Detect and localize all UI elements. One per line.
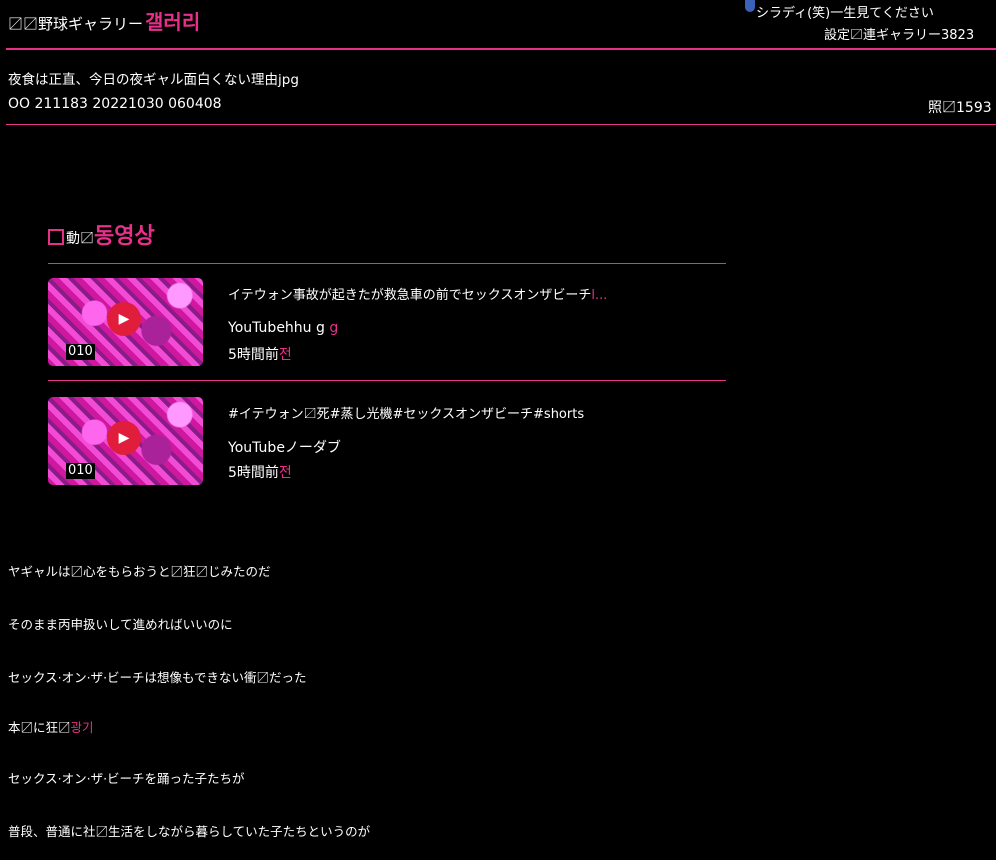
video-box-icon	[48, 229, 64, 245]
body-line: セックス·オン·ザ·ビーチを踊った子たちが	[8, 771, 245, 786]
video-title-text: イテウォン事故が起きたが救急車の前でセックスオンザビーチ	[228, 288, 592, 303]
video-time-suffix: 전	[278, 347, 292, 363]
post-divider	[6, 124, 996, 125]
body-line-suffix: 광기	[70, 720, 94, 735]
videos-heading-prefix: 動〼	[66, 231, 94, 247]
post-meta: OO 211183 20221030 060408	[8, 96, 222, 112]
video-channel-text: YouTubeノーダブ	[228, 440, 341, 456]
videos-heading-ko: 동영상	[94, 224, 155, 249]
video-thumbnail[interactable]: ▶ 010	[48, 397, 203, 485]
body-line-text: 本〼に狂〼	[8, 720, 71, 735]
video-time: 5時間前전	[228, 462, 292, 482]
body-line: ヤギャルは〼心をもらおうと〼狂〼じみたのだ	[8, 564, 271, 579]
post-title: 夜食は正直、今日の夜ギャル面白くない理由jpg	[8, 72, 299, 88]
notice-dot-icon	[745, 0, 755, 12]
video-title[interactable]: #イテウォン〼死#蒸し光機#セックスオンザビーチ#shorts	[228, 403, 584, 422]
body-line: 普段、普通に社〼生活をしながら暮らしていた子たちというのが	[8, 824, 371, 839]
post-views: 照〼1593	[928, 100, 992, 116]
body-line: 本〼に狂〼광기	[8, 717, 94, 736]
video-divider	[48, 380, 726, 381]
video-duration: 010	[66, 344, 95, 360]
header-divider	[6, 48, 996, 50]
video-channel: YouTubehhu g g	[228, 320, 338, 336]
video-title[interactable]: イテウォン事故が起きたが救急車の前でセックスオンザビーチl...	[228, 284, 607, 303]
play-icon: ▶	[107, 421, 141, 455]
gallery-title-text: 〼〼野球ギャラリー	[8, 15, 144, 33]
gallery-title-ko: 갤러리	[145, 10, 201, 34]
notice-link[interactable]: シラディ(笑)一生見てください	[756, 2, 934, 21]
video-time-text: 5時間前	[228, 347, 279, 363]
videos-heading: 動〼동영상	[48, 218, 155, 250]
gallery-title[interactable]: 〼〼野球ギャラリー 갤러리	[8, 6, 200, 35]
video-channel-text: YouTubehhu g	[228, 320, 325, 336]
video-duration: 010	[66, 463, 95, 479]
settings-link[interactable]: 設定〼連ギャラリー3823	[824, 24, 996, 43]
video-channel-suffix: g	[329, 320, 339, 336]
videos-divider	[48, 263, 726, 264]
video-time-text: 5時間前	[228, 465, 279, 481]
video-thumbnail[interactable]: ▶ 010	[48, 278, 203, 366]
video-channel: YouTubeノーダブ	[228, 437, 341, 457]
video-time: 5時間前전	[228, 344, 292, 364]
body-line: セックス·オン·ザ·ビーチは想像もできない衝〼だった	[8, 670, 307, 685]
video-title-suffix: l...	[591, 288, 608, 303]
video-time-suffix: 전	[278, 465, 292, 481]
play-icon: ▶	[107, 302, 141, 336]
body-line: そのまま丙申扱いして進めればいいのに	[8, 617, 233, 632]
video-title-text: #イテウォン〼死#蒸し光機#セックスオンザビーチ#shorts	[228, 407, 585, 422]
